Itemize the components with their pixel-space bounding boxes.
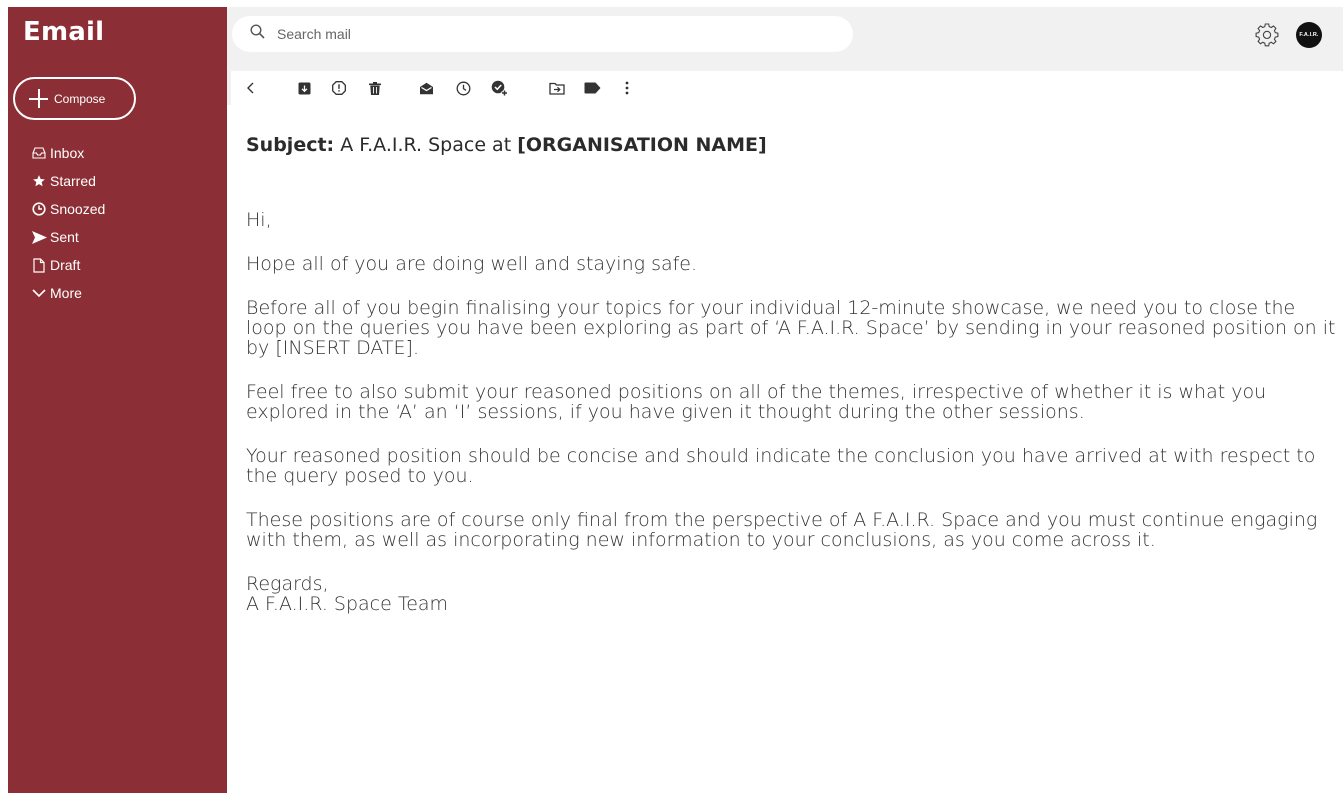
- message-toolbar: [231, 71, 1343, 105]
- sidebar-item-inbox[interactable]: Inbox: [31, 139, 105, 167]
- add-task-icon[interactable]: [490, 79, 508, 97]
- sidebar-item-more[interactable]: More: [31, 279, 105, 307]
- back-icon[interactable]: [241, 79, 259, 97]
- compose-label: Compose: [54, 91, 106, 106]
- more-vert-icon[interactable]: [618, 79, 636, 97]
- sidebar: Email Compose Inbox Starred Snoozed Sent…: [8, 7, 227, 793]
- email-paragraph: Feel free to also submit your reasoned p…: [246, 381, 1267, 423]
- sidebar-item-sent[interactable]: Sent: [31, 223, 105, 251]
- send-icon: [31, 229, 47, 245]
- subject-organisation: [ORGANISATION NAME]: [517, 134, 767, 156]
- sidebar-item-label: Sent: [50, 229, 79, 245]
- mark-unread-icon[interactable]: [417, 79, 435, 97]
- plus-icon: [29, 89, 48, 108]
- sidebar-item-label: Snoozed: [50, 201, 106, 217]
- subject-text: A F.A.I.R. Space at: [340, 134, 512, 156]
- sidebar-item-draft[interactable]: Draft: [31, 251, 105, 279]
- email-paragraph: Hope all of you are doing well and stayi…: [246, 253, 698, 275]
- email-body: Hi, Hope all of you are doing well and s…: [246, 210, 1336, 614]
- email-greeting: Hi,: [246, 209, 272, 231]
- delete-icon[interactable]: [366, 79, 384, 97]
- sidebar-item-snoozed[interactable]: Snoozed: [31, 195, 105, 223]
- inbox-icon: [31, 145, 47, 161]
- sidebar-item-label: Draft: [50, 257, 81, 273]
- email-signature: A F.A.I.R. Space Team: [246, 593, 449, 615]
- email-paragraph: These positions are of course only final…: [246, 509, 1318, 551]
- main-area: F.A.I.R.: [227, 7, 1343, 793]
- draft-file-icon: [31, 257, 47, 273]
- email-paragraph: Your reasoned position should be concise…: [246, 445, 1316, 487]
- snooze-icon[interactable]: [454, 79, 472, 97]
- account-avatar[interactable]: F.A.I.R.: [1296, 22, 1322, 48]
- sidebar-nav: Inbox Starred Snoozed Sent Draft More: [31, 139, 105, 307]
- subject-label: Subject:: [246, 134, 335, 156]
- archive-icon[interactable]: [295, 79, 313, 97]
- compose-button[interactable]: Compose: [13, 77, 136, 120]
- search-input[interactable]: [277, 26, 837, 42]
- sidebar-item-label: More: [50, 285, 82, 301]
- sidebar-item-label: Inbox: [50, 145, 85, 161]
- email-closing: Regards,: [246, 573, 329, 595]
- move-to-icon[interactable]: [548, 79, 566, 97]
- sidebar-item-starred[interactable]: Starred: [31, 167, 105, 195]
- app-title: Email: [23, 17, 105, 47]
- clock-icon: [31, 201, 47, 217]
- report-spam-icon[interactable]: [330, 79, 348, 97]
- email-paragraph: Before all of you begin finalising your …: [246, 297, 1336, 359]
- search-bar[interactable]: [232, 16, 853, 52]
- search-icon: [250, 24, 265, 44]
- email-content: Subject: A F.A.I.R. Space at [ORGANISATI…: [227, 105, 1343, 793]
- label-icon[interactable]: [583, 79, 601, 97]
- app-frame: Email Compose Inbox Starred Snoozed Sent…: [8, 7, 1343, 793]
- star-icon: [31, 173, 47, 189]
- settings-gear-icon[interactable]: [1255, 23, 1279, 47]
- email-subject: Subject: A F.A.I.R. Space at [ORGANISATI…: [246, 134, 767, 156]
- sidebar-item-label: Starred: [50, 173, 96, 189]
- chevron-down-icon: [31, 285, 47, 301]
